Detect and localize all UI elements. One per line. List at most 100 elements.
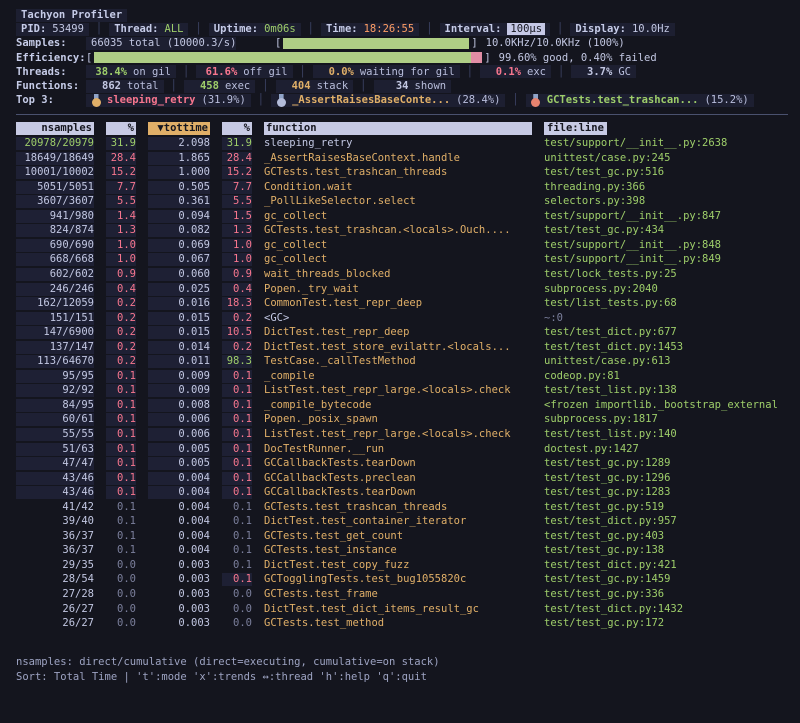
- cell-tottime: 0.361: [148, 195, 210, 208]
- table-row: 36/37 0.1 0.004 0.1 GCTests.test_instanc…: [16, 544, 788, 559]
- stat-label: Display:: [575, 23, 626, 35]
- cell-function: Condition.wait: [264, 181, 532, 194]
- cell-cumulative-pct: 0.2: [222, 312, 252, 325]
- metric-label: GC: [618, 66, 631, 78]
- cell-tottime: 0.004: [148, 501, 210, 514]
- cell-file-line: test/test_gc.py:434: [544, 224, 788, 237]
- cell-function: gc_collect: [264, 210, 532, 223]
- bar-open-bracket: [: [86, 52, 92, 64]
- cell-tottime: 0.003: [148, 603, 210, 616]
- table-row: 824/874 1.3 0.082 1.3 GCTests.test_trash…: [16, 224, 788, 239]
- cell-function: DictTest.test_container_iterator: [264, 515, 532, 528]
- cell-direct-pct: 5.5: [106, 195, 136, 208]
- cell-tottime: 0.006: [148, 413, 210, 426]
- cell-cumulative-pct: 0.1: [222, 384, 252, 397]
- cell-function: GCTests.test_get_count: [264, 530, 532, 543]
- cell-cumulative-pct: 28.4: [222, 152, 252, 165]
- column-header-cumulative-pct[interactable]: %: [222, 122, 252, 135]
- stat-chip-thread: Thread:ALL: [109, 23, 188, 36]
- cell-cumulative-pct: 0.1: [222, 443, 252, 456]
- cell-nsamples: 147/6900: [16, 326, 94, 339]
- cell-tottime: 0.016: [148, 297, 210, 310]
- table-row: 151/151 0.2 0.015 0.2 <GC> ~:0: [16, 311, 788, 326]
- threads-row: Threads: 38.4%on gil│61.6%off gil│0.0%wa…: [16, 65, 788, 79]
- cell-file-line: test/support/__init__.py:847: [544, 210, 788, 223]
- cell-function: ListTest.test_repr_large.<locals>.check: [264, 384, 532, 397]
- bronze-medal-icon: [531, 94, 541, 107]
- column-header-tottime-sorted[interactable]: ▼tottime: [148, 122, 210, 135]
- cell-nsamples: 26/27: [16, 603, 94, 616]
- cell-file-line: test/test_dict.py:1432: [544, 603, 788, 616]
- separator-bar: │: [558, 66, 564, 78]
- cell-nsamples: 10001/10002: [16, 166, 94, 179]
- table-header: nsamples % ▼tottime % function file:line: [16, 120, 788, 136]
- metric-chip: 0.1%exc: [480, 65, 551, 78]
- cell-tottime: 0.011: [148, 355, 210, 368]
- column-header-file-line[interactable]: file:line: [544, 122, 607, 135]
- cell-nsamples: 47/47: [16, 457, 94, 470]
- cell-file-line: test/test_dict.py:677: [544, 326, 788, 339]
- column-header-direct-pct[interactable]: %: [106, 122, 136, 135]
- top3-function-name: _AssertRaisesBaseConte...: [292, 94, 450, 106]
- top3-function-name: sleeping_retry: [107, 94, 196, 106]
- stat-value: 0m06s: [264, 23, 296, 35]
- cell-tottime: 1.000: [148, 166, 210, 179]
- column-header-nsamples[interactable]: nsamples: [16, 122, 94, 135]
- metric-value: 0.0%: [318, 66, 354, 78]
- cell-cumulative-pct: 0.1: [222, 515, 252, 528]
- cell-tottime: 0.094: [148, 210, 210, 223]
- cell-cumulative-pct: 0.0: [222, 617, 252, 630]
- cell-cumulative-pct: 0.1: [222, 544, 252, 557]
- cell-file-line: test/test_gc.py:1459: [544, 573, 788, 586]
- cell-function: GCTests.test_instance: [264, 544, 532, 557]
- cell-cumulative-pct: 0.1: [222, 501, 252, 514]
- cell-tottime: 2.098: [148, 137, 210, 150]
- cell-file-line: test/test_list.py:138: [544, 384, 788, 397]
- metric-chip: 862total: [86, 80, 164, 93]
- cell-direct-pct: 0.1: [106, 472, 136, 485]
- cell-cumulative-pct: 0.1: [222, 370, 252, 383]
- cell-cumulative-pct: 18.3: [222, 297, 252, 310]
- cell-function: DocTestRunner.__run: [264, 443, 532, 456]
- cell-tottime: 0.003: [148, 588, 210, 601]
- cell-tottime: 0.004: [148, 472, 210, 485]
- cell-function: sleeping_retry: [264, 137, 532, 150]
- cell-tottime: 0.067: [148, 253, 210, 266]
- top3-entry: _AssertRaisesBaseConte...(28.4%): [271, 94, 505, 107]
- cell-file-line: test/support/__init__.py:2638: [544, 137, 788, 150]
- cell-direct-pct: 0.1: [106, 544, 136, 557]
- cell-cumulative-pct: 0.1: [222, 428, 252, 441]
- cell-file-line: test/test_gc.py:519: [544, 501, 788, 514]
- cell-function: wait_threads_blocked: [264, 268, 532, 281]
- cell-direct-pct: 0.0: [106, 559, 136, 572]
- table-row: 10001/10002 15.2 1.000 15.2 GCTests.test…: [16, 165, 788, 180]
- stat-label: Interval:: [445, 23, 502, 35]
- header-stats-row: PID:53499│Thread:ALL│Uptime:0m06s│Time:1…: [16, 22, 788, 36]
- cell-direct-pct: 0.1: [106, 384, 136, 397]
- table-row: 690/690 1.0 0.069 1.0 gc_collect test/su…: [16, 238, 788, 253]
- stat-chip-uptime: Uptime:0m06s: [209, 23, 301, 36]
- cell-tottime: 0.060: [148, 268, 210, 281]
- cell-direct-pct: 0.1: [106, 443, 136, 456]
- cell-direct-pct: 0.1: [106, 370, 136, 383]
- cell-cumulative-pct: 1.0: [222, 253, 252, 266]
- cell-tottime: 0.005: [148, 443, 210, 456]
- metric-label: exec: [225, 80, 250, 92]
- metric-value: 458: [189, 80, 219, 92]
- cell-nsamples: 137/147: [16, 341, 94, 354]
- cell-nsamples: 162/12059: [16, 297, 94, 310]
- cell-file-line: test/support/__init__.py:849: [544, 253, 788, 266]
- cell-tottime: 0.006: [148, 428, 210, 441]
- cell-tottime: 0.009: [148, 384, 210, 397]
- cell-cumulative-pct: 0.1: [222, 413, 252, 426]
- cell-nsamples: 824/874: [16, 224, 94, 237]
- cell-file-line: threading.py:366: [544, 181, 788, 194]
- cell-file-line: test/test_gc.py:336: [544, 588, 788, 601]
- cell-tottime: 0.015: [148, 312, 210, 325]
- top3-entry: sleeping_retry(31.9%): [86, 94, 251, 107]
- cell-nsamples: 36/37: [16, 544, 94, 557]
- cell-cumulative-pct: 0.2: [222, 341, 252, 354]
- cell-file-line: codeop.py:81: [544, 370, 788, 383]
- column-header-function[interactable]: function: [264, 122, 532, 135]
- functions-label: Functions:: [16, 80, 86, 92]
